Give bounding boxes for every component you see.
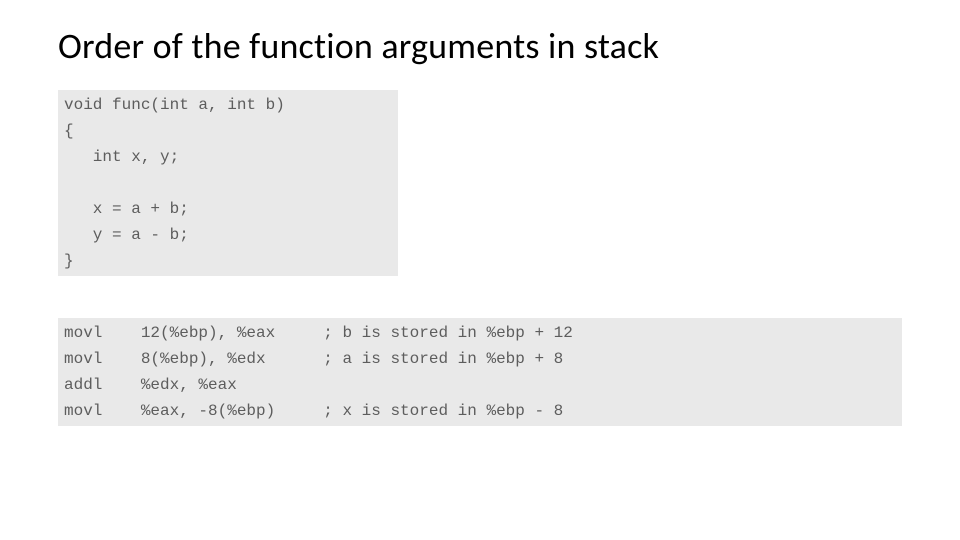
page-title: Order of the function arguments in stack <box>58 24 902 68</box>
slide: Order of the function arguments in stack… <box>0 0 960 426</box>
c-source-code-block: void func(int a, int b) { int x, y; x = … <box>58 90 398 276</box>
assembly-code-block: movl 12(%ebp), %eax ; b is stored in %eb… <box>58 318 902 426</box>
